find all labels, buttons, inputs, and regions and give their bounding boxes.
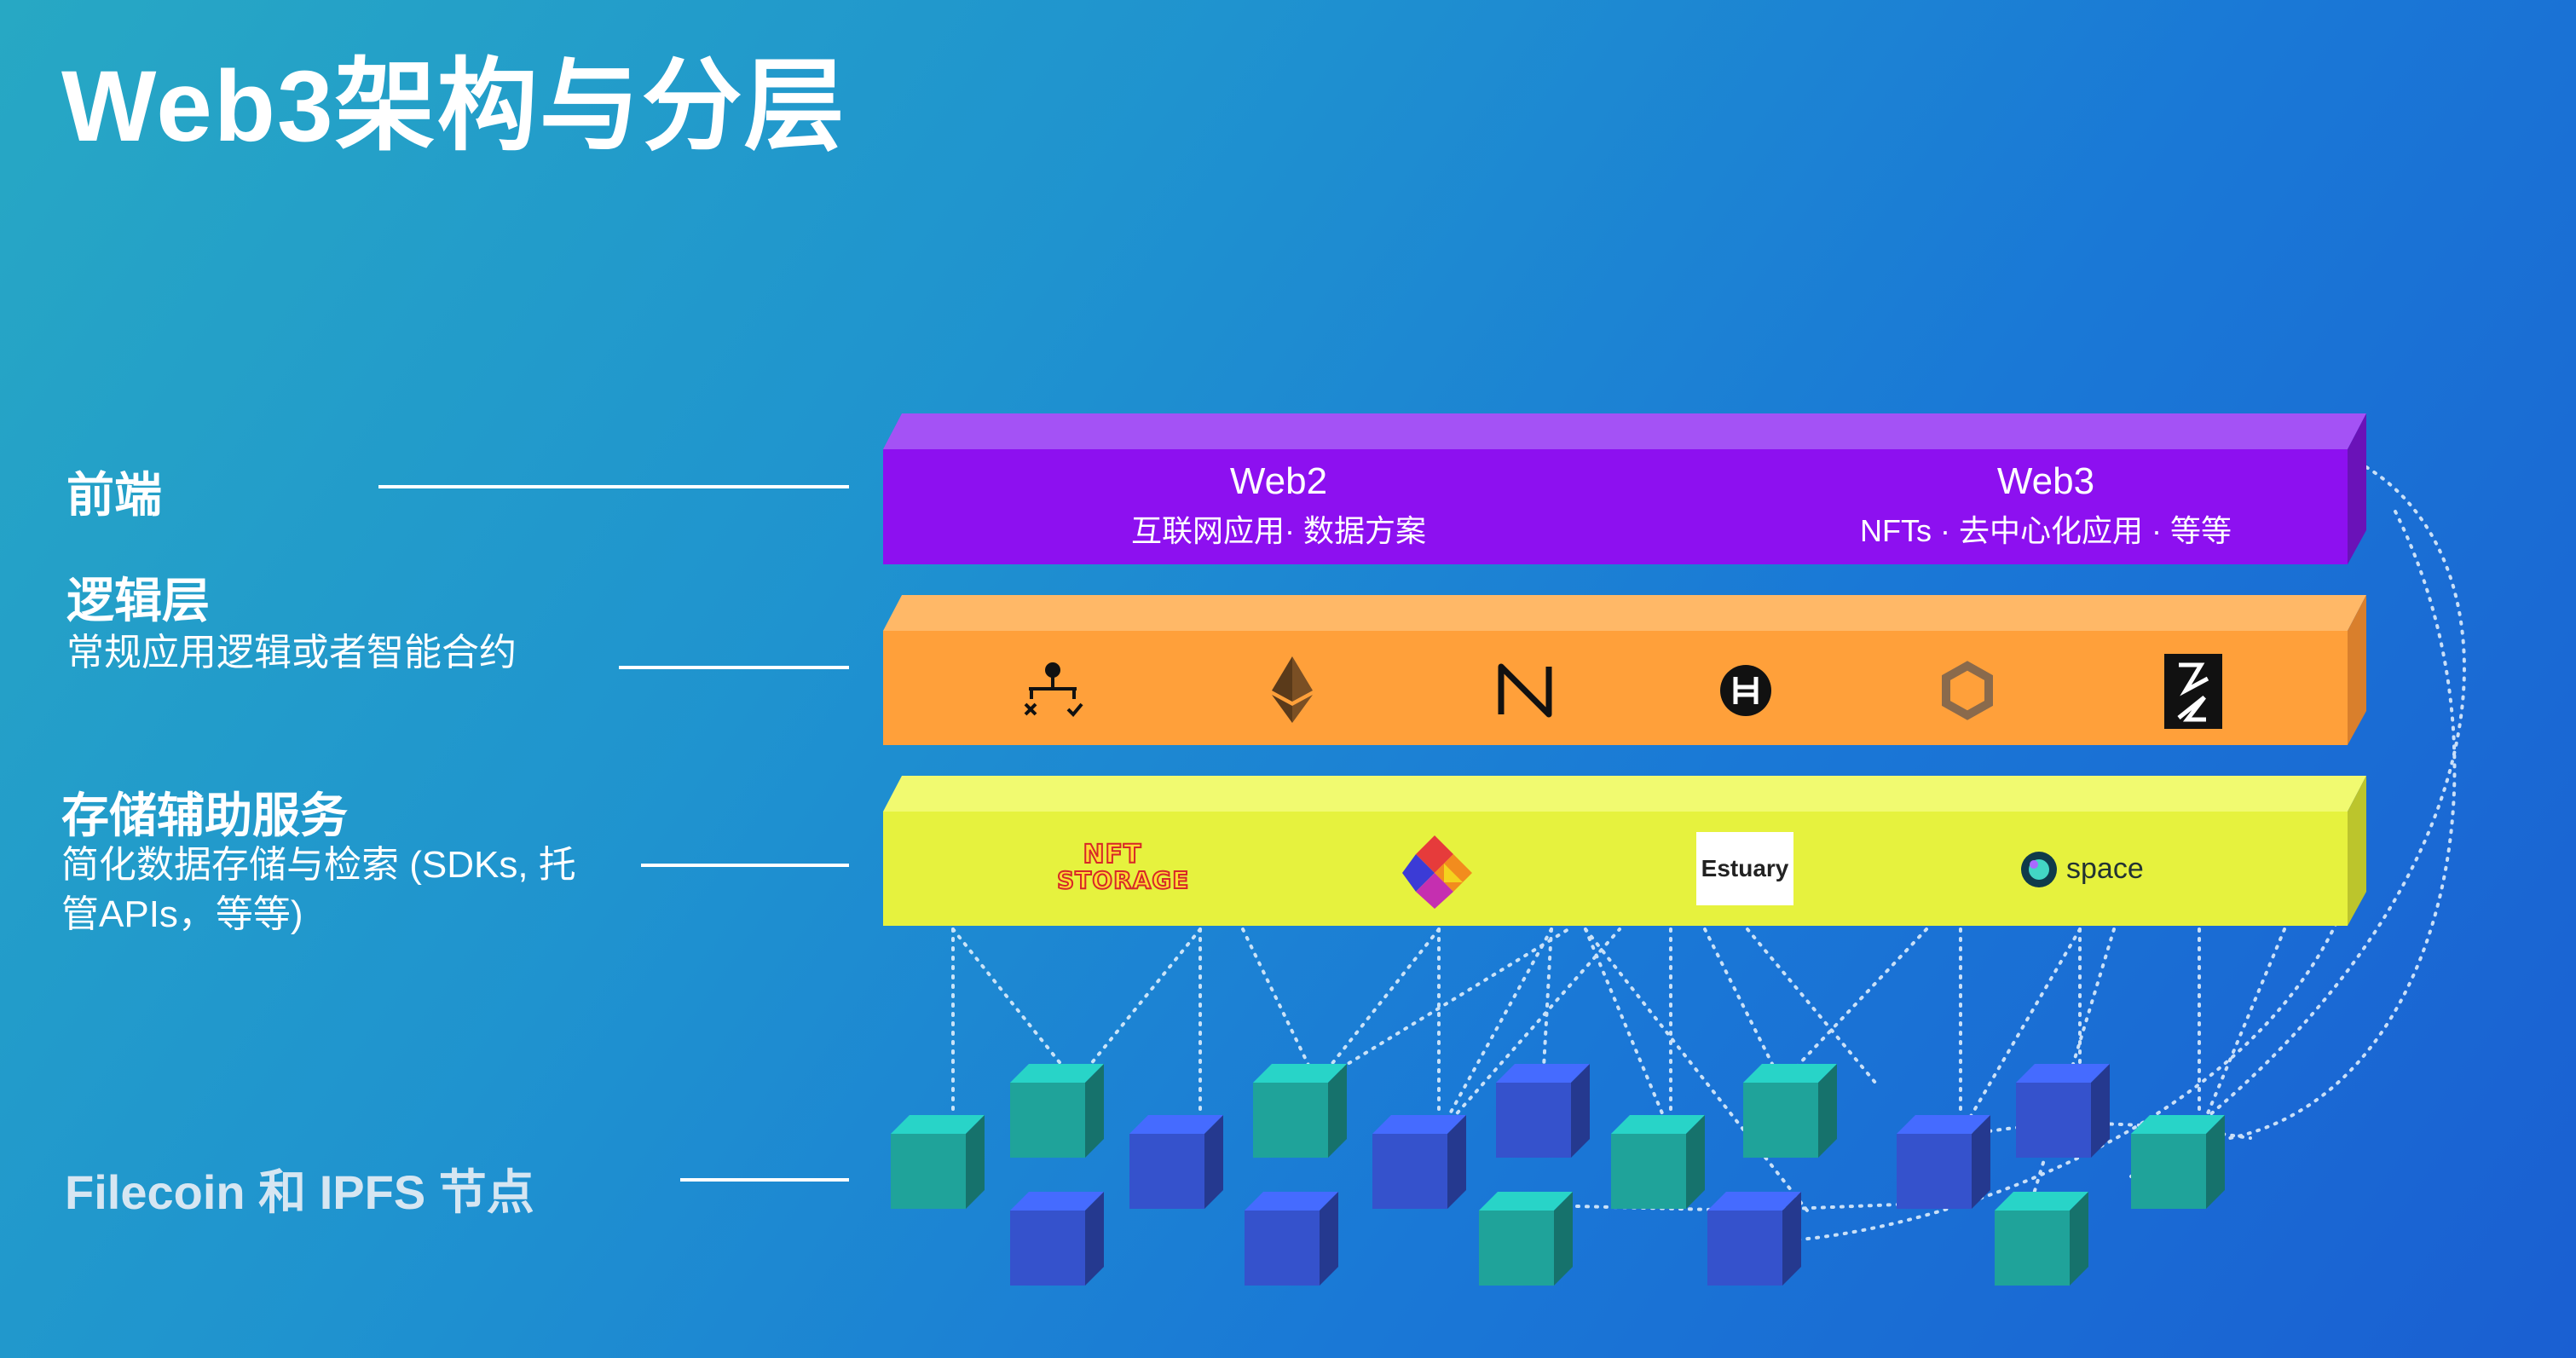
web2-subtitle: 互联网应用· 数据方案 [1131, 513, 1426, 548]
node-cube [1611, 1115, 1705, 1209]
hedera-icon [1720, 665, 1771, 716]
node-cube [1372, 1115, 1466, 1209]
node-cube [1129, 1115, 1223, 1209]
space-logo [2021, 852, 2057, 887]
node-cube [2016, 1064, 2110, 1158]
node-cube [1245, 1192, 1338, 1286]
estuary-logo: Estuary [1696, 832, 1793, 905]
node-cubes [891, 1064, 2225, 1286]
web2-block: Web2 互联网应用· 数据方案 [1031, 460, 1526, 551]
node-cube [1253, 1064, 1347, 1158]
web2-title: Web2 [1229, 460, 1328, 502]
logic-band [883, 595, 2366, 745]
node-cube [1897, 1115, 1990, 1209]
fleek-icon [2164, 654, 2222, 729]
nft-storage-logo: NFT STORAGE [1056, 840, 1190, 894]
node-cube [1010, 1192, 1104, 1286]
web3-block: Web3 NFTs · 去中心化应用 · 等等 [1773, 460, 2319, 551]
node-cube [1995, 1192, 2088, 1286]
node-cube [1010, 1064, 1104, 1158]
web3-subtitle: NFTs · 去中心化应用 · 等等 [1860, 513, 2232, 548]
node-cube [2131, 1115, 2225, 1209]
architecture-diagram [883, 413, 2466, 1286]
node-cube [1743, 1064, 1837, 1158]
node-cube [1707, 1192, 1801, 1286]
node-cube [891, 1115, 985, 1209]
web3-title: Web3 [1996, 460, 2095, 502]
space-logo-label: space [2066, 852, 2144, 885]
node-cube [1496, 1064, 1590, 1158]
node-cube [1479, 1192, 1573, 1286]
